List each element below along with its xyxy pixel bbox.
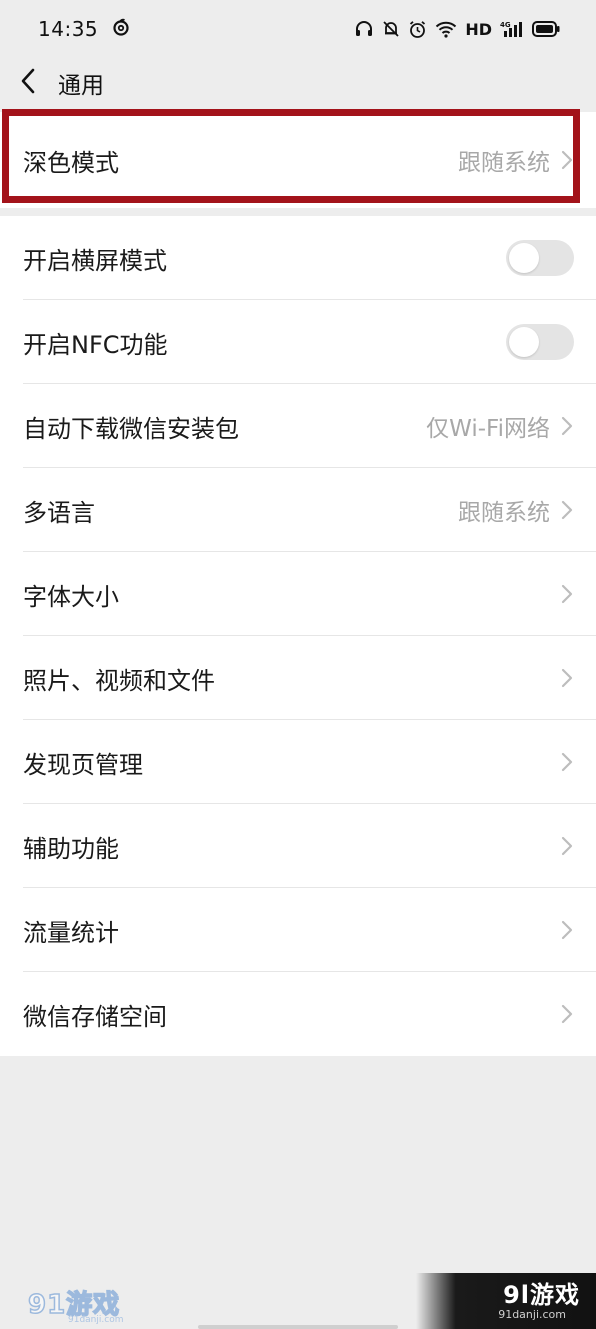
setting-label: 多语言 bbox=[23, 498, 95, 527]
setting-language[interactable]: 多语言 跟随系统 bbox=[0, 468, 596, 552]
back-button[interactable] bbox=[0, 58, 56, 108]
home-indicator bbox=[198, 1325, 398, 1329]
settings-list: 深色模式 跟随系统 开启横屏模式 开启NFC功能 自动下载微信安装包 仅Wi-F… bbox=[0, 112, 596, 1056]
watermark-domain: 91danji.com bbox=[68, 1315, 124, 1325]
setting-label: 辅助功能 bbox=[23, 834, 119, 863]
setting-storage[interactable]: 微信存储空间 bbox=[0, 972, 596, 1056]
chevron-right-icon bbox=[560, 835, 574, 857]
setting-media[interactable]: 照片、视频和文件 bbox=[0, 636, 596, 720]
signal-4g-icon: 4G bbox=[500, 20, 524, 38]
nav-bar: 通用 bbox=[0, 58, 596, 108]
toggle-knob bbox=[509, 327, 539, 357]
alarm-icon bbox=[408, 20, 427, 39]
setting-label: 自动下载微信安装包 bbox=[23, 414, 239, 443]
setting-label: 开启NFC功能 bbox=[23, 330, 168, 359]
chevron-right-icon bbox=[560, 499, 574, 521]
nfc-toggle[interactable] bbox=[506, 324, 574, 360]
setting-discover[interactable]: 发现页管理 bbox=[0, 720, 596, 804]
setting-label: 发现页管理 bbox=[23, 750, 143, 779]
netease-music-icon bbox=[112, 18, 130, 40]
chevron-right-icon bbox=[560, 149, 574, 171]
chevron-right-icon bbox=[560, 583, 574, 605]
landscape-toggle[interactable] bbox=[506, 240, 574, 276]
setting-traffic[interactable]: 流量统计 bbox=[0, 888, 596, 972]
status-right: HD 4G bbox=[354, 20, 560, 39]
setting-nfc: 开启NFC功能 bbox=[0, 300, 596, 384]
chevron-right-icon bbox=[560, 1003, 574, 1025]
page-title: 通用 bbox=[58, 73, 104, 99]
setting-value: 仅Wi-Fi网络 bbox=[426, 416, 550, 442]
status-bar: 14:35 HD 4G bbox=[0, 0, 596, 58]
chevron-right-icon bbox=[560, 919, 574, 941]
status-left: 14:35 bbox=[38, 17, 130, 41]
chevron-right-icon bbox=[560, 415, 574, 437]
headphones-icon bbox=[354, 20, 374, 38]
setting-font-size[interactable]: 字体大小 bbox=[0, 552, 596, 636]
chevron-left-icon bbox=[20, 68, 36, 98]
setting-accessibility[interactable]: 辅助功能 bbox=[0, 804, 596, 888]
setting-dark-mode[interactable]: 深色模式 跟随系统 bbox=[0, 112, 596, 208]
setting-label: 字体大小 bbox=[23, 582, 119, 611]
svg-text:4G: 4G bbox=[500, 21, 511, 29]
mute-bell-icon bbox=[382, 20, 400, 38]
wifi-icon bbox=[435, 20, 457, 38]
chevron-right-icon bbox=[560, 667, 574, 689]
setting-label: 微信存储空间 bbox=[23, 1002, 167, 1031]
watermark-right: 9l游戏 91danji.com bbox=[416, 1273, 596, 1329]
setting-auto-download[interactable]: 自动下载微信安装包 仅Wi-Fi网络 bbox=[0, 384, 596, 468]
toggle-knob bbox=[509, 243, 539, 273]
setting-label: 照片、视频和文件 bbox=[23, 666, 215, 695]
watermark-left: 91游戏 91danji.com bbox=[27, 1290, 124, 1325]
setting-value: 跟随系统 bbox=[458, 150, 550, 176]
setting-value: 跟随系统 bbox=[458, 500, 550, 526]
watermark-domain: 91danji.com bbox=[498, 1307, 566, 1321]
setting-label: 深色模式 bbox=[23, 148, 119, 177]
battery-icon bbox=[532, 21, 560, 37]
network-label: HD bbox=[465, 19, 492, 39]
watermark-logo: 9l游戏 bbox=[503, 1280, 580, 1309]
setting-landscape: 开启横屏模式 bbox=[0, 216, 596, 300]
setting-label: 开启横屏模式 bbox=[23, 246, 167, 275]
setting-label: 流量统计 bbox=[23, 918, 119, 947]
section-gap bbox=[0, 208, 596, 216]
status-time: 14:35 bbox=[38, 17, 99, 41]
chevron-right-icon bbox=[560, 751, 574, 773]
